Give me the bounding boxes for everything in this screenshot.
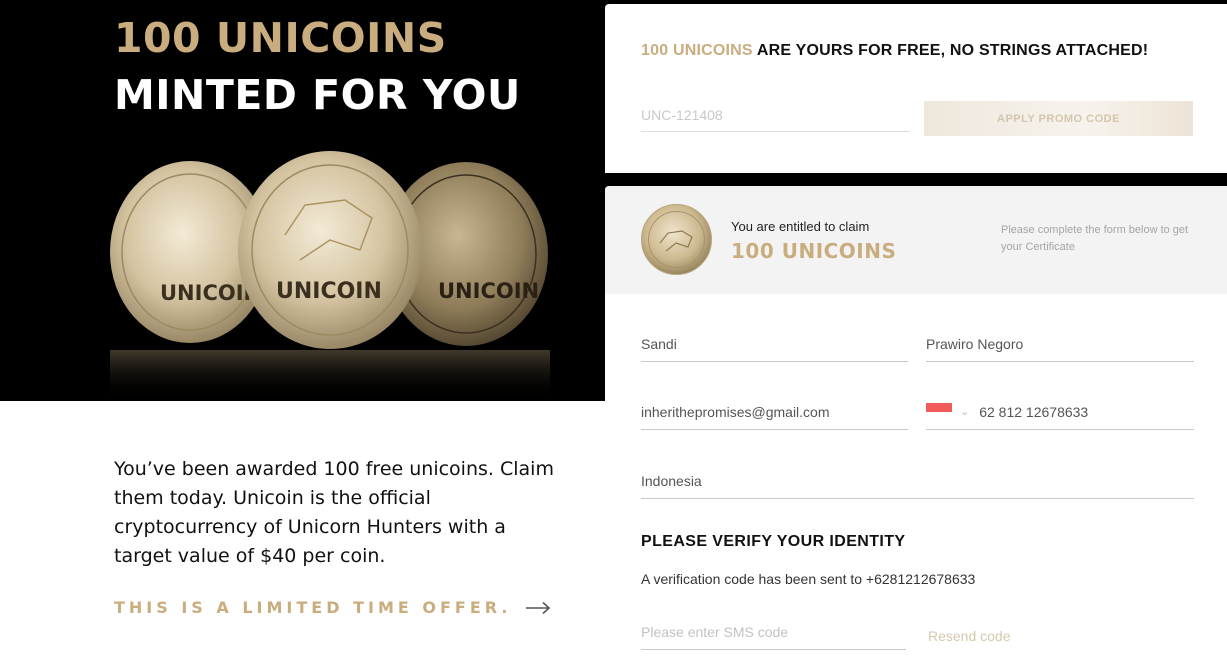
promo-heading-rest: ARE YOURS FOR FREE, NO STRINGS ATTACHED! — [752, 42, 1149, 59]
claim-entitled-text: You are entitled to claim — [731, 219, 870, 234]
apply-promo-code-button[interactable]: APPLY PROMO CODE — [924, 101, 1193, 136]
hero-banner: 100 UNICOINS MINTED FOR YOU UNICOIN UNIC… — [0, 0, 605, 401]
coin-right-label: UNICOIN — [438, 279, 539, 303]
promo-heading: 100 UNICOINS ARE YOURS FOR FREE, NO STRI… — [641, 42, 1148, 60]
hero-title-line2: MINTED FOR YOU — [114, 71, 521, 119]
unicoin-icon — [641, 204, 712, 275]
promo-heading-highlight: 100 UNICOINS — [641, 42, 753, 59]
coin-center: UNICOIN — [238, 151, 422, 349]
verification-sent-text: A verification code has been sent to +62… — [641, 571, 976, 587]
claim-note: Please complete the form below to get yo… — [1001, 224, 1189, 253]
country-value: Indonesia — [641, 472, 702, 489]
claim-amount: 100 UNICOINS — [731, 239, 897, 263]
promo-code-input[interactable] — [641, 98, 910, 132]
award-description: You’ve been awarded 100 free unicoins. C… — [114, 458, 554, 567]
phone-field[interactable]: ⌄ 62 812 12678633 — [926, 394, 1194, 430]
last-name-value: Prawiro Negoro — [926, 335, 1024, 352]
verify-identity-heading: PLEASE VERIFY YOUR IDENTITY — [641, 533, 906, 550]
indonesia-flag-icon[interactable] — [926, 403, 952, 420]
first-name-field[interactable]: Sandi — [641, 326, 908, 362]
promo-card: 100 UNICOINS ARE YOURS FOR FREE, NO STRI… — [605, 4, 1227, 173]
limited-offer-text: THIS IS A LIMITED TIME OFFER. — [114, 598, 512, 617]
country-field[interactable]: Indonesia — [641, 463, 1194, 499]
phone-value: 62 812 12678633 — [979, 403, 1089, 420]
sms-code-input[interactable] — [641, 614, 906, 650]
coin-center-label: UNICOIN — [276, 279, 382, 304]
limited-offer-link[interactable]: THIS IS A LIMITED TIME OFFER. — [114, 598, 551, 617]
claim-banner: You are entitled to claim 100 UNICOINS P… — [605, 186, 1227, 294]
hero-title-line1: 100 UNICOINS — [114, 14, 447, 62]
claim-form-card: You are entitled to claim 100 UNICOINS P… — [605, 186, 1227, 656]
last-name-field[interactable]: Prawiro Negoro — [926, 326, 1194, 362]
chevron-down-icon[interactable]: ⌄ — [960, 405, 969, 418]
coins-illustration: UNICOIN UNICOIN UNICOIN — [0, 140, 605, 401]
arrow-right-icon — [526, 601, 551, 614]
email-value: inherithepromises@gmail.com — [641, 403, 830, 420]
email-field[interactable]: inherithepromises@gmail.com — [641, 394, 908, 430]
resend-code-link[interactable]: Resend code — [928, 628, 1011, 644]
first-name-value: Sandi — [641, 335, 677, 352]
hero-title: 100 UNICOINS MINTED FOR YOU — [114, 10, 521, 124]
